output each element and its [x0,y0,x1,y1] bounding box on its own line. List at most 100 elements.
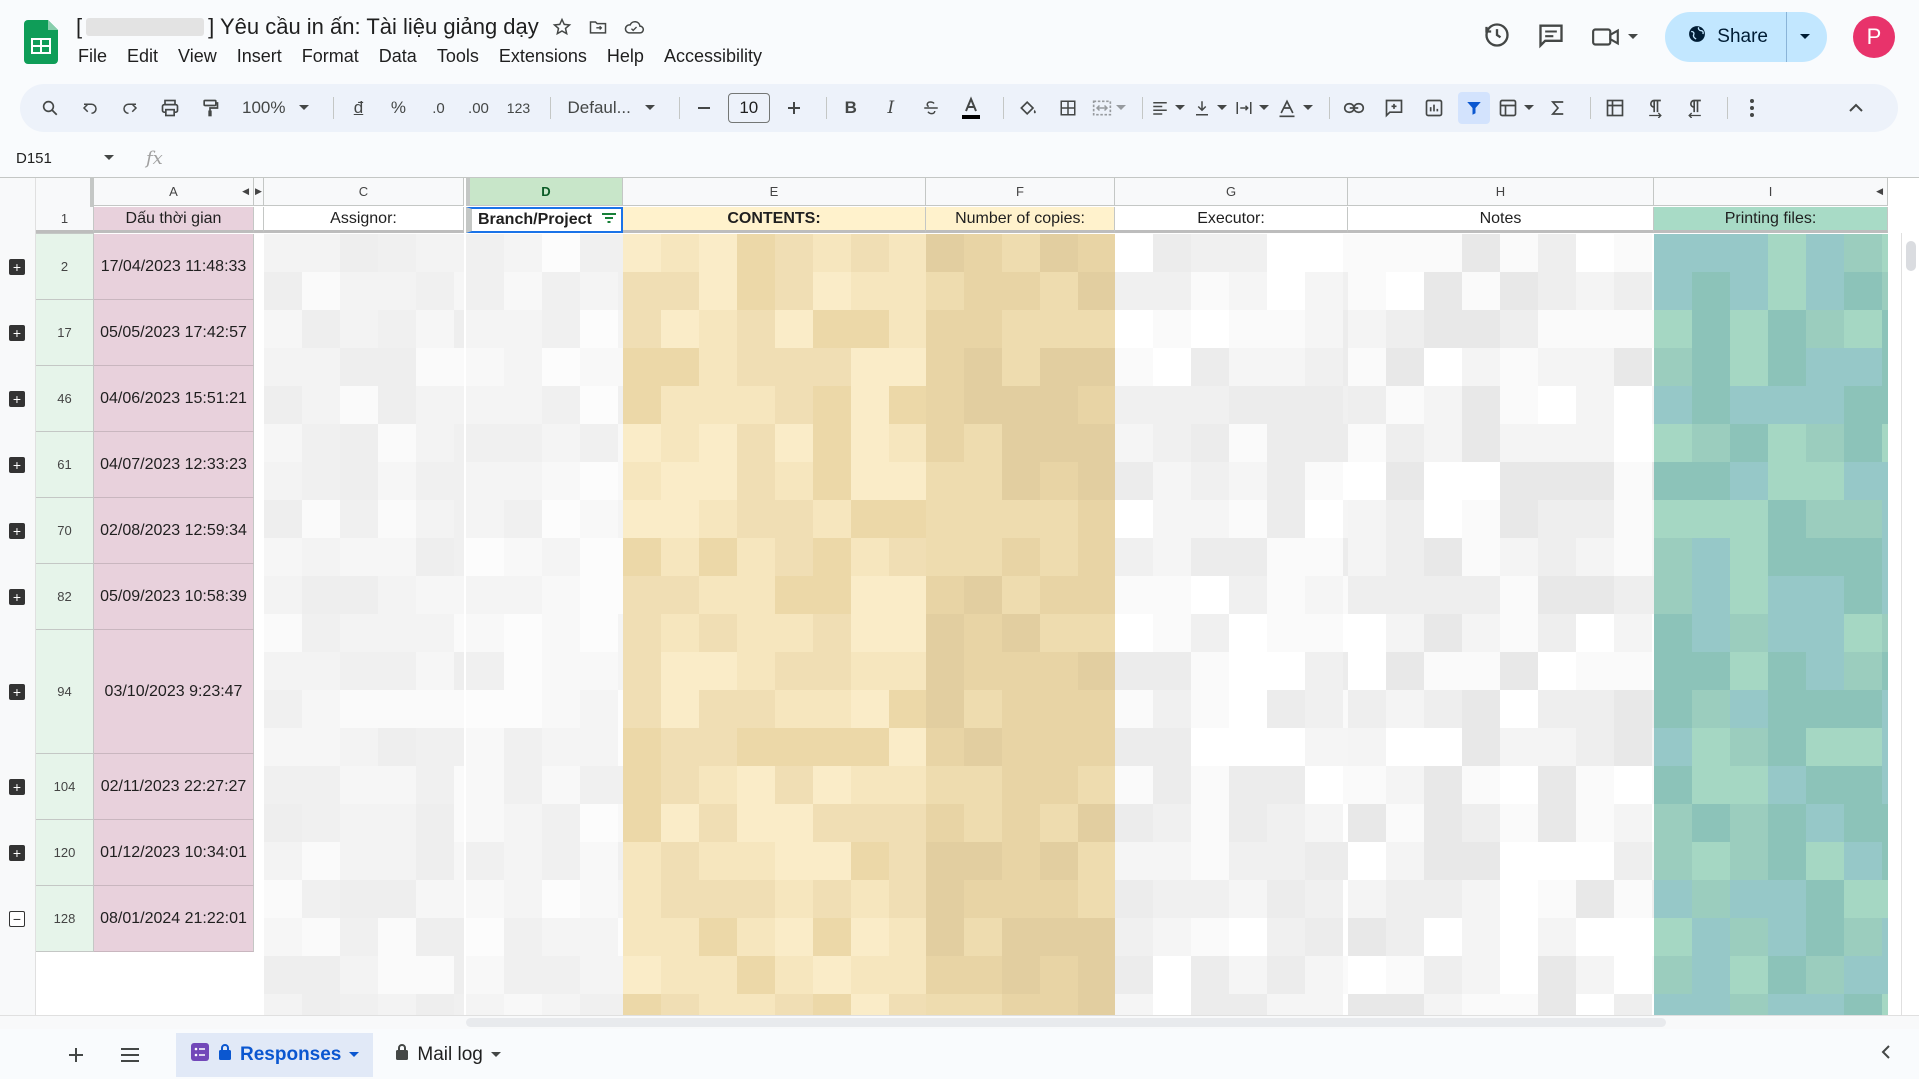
menu-data[interactable]: Data [369,46,427,67]
meet-video-icon[interactable] [1591,25,1639,49]
collapse-row-group-icon[interactable]: − [9,911,25,927]
menu-file[interactable]: File [68,46,117,67]
horizontal-scroll-thumb[interactable] [466,1018,1666,1027]
decrease-font-size-icon[interactable] [688,92,720,124]
timestamp-cell[interactable]: 04/07/2023 12:33:23 [94,432,254,498]
column-header-i[interactable]: I ◀ [1654,178,1888,206]
timestamp-cell[interactable]: 03/10/2023 9:23:47 [94,630,254,754]
document-title[interactable]: [ ] Yêu cầu in ấn: Tài liệu giảng dạy [76,14,647,40]
comments-icon[interactable] [1537,21,1565,54]
header-timestamp[interactable]: Dấu thời gian [94,207,254,233]
star-icon[interactable] [549,14,575,40]
column-header-d[interactable]: D [466,178,623,206]
expand-row-group-icon[interactable]: + [9,523,25,539]
rtl-paragraph-icon[interactable] [1679,92,1711,124]
print-icon[interactable] [154,92,186,124]
row-number[interactable]: 70 [36,498,94,564]
currency-format-button[interactable]: đ [342,92,374,124]
insert-chart-icon[interactable] [1418,92,1450,124]
collapse-column-left-icon[interactable]: ◀ [242,186,249,197]
share-dropdown-icon[interactable] [1787,26,1827,48]
menu-accessibility[interactable]: Accessibility [654,46,772,67]
vertical-scroll-thumb[interactable] [1906,241,1916,271]
header-contents[interactable]: CONTENTS: [623,207,926,233]
menu-insert[interactable]: Insert [227,46,292,67]
menu-tools[interactable]: Tools [427,46,489,67]
column-header-c[interactable]: C [264,178,464,206]
timestamp-cell[interactable]: 01/12/2023 10:34:01 [94,820,254,886]
freeze-icon[interactable] [1599,92,1631,124]
increase-decimal-button[interactable]: .00 [462,92,494,124]
zoom-select[interactable]: 100% [234,92,317,124]
row-number[interactable]: 94 [36,630,94,754]
functions-icon[interactable] [1542,92,1574,124]
expand-row-group-icon[interactable]: + [9,325,25,341]
add-sheet-icon[interactable] [64,1043,88,1067]
timestamp-cell[interactable]: 05/09/2023 10:58:39 [94,564,254,630]
increase-font-size-icon[interactable] [778,92,810,124]
font-select[interactable]: Defaul... [559,92,662,124]
column-header-h[interactable]: H [1348,178,1654,206]
font-size-input[interactable]: 10 [727,93,770,123]
expand-row-group-icon[interactable]: + [9,684,25,700]
expand-row-group-icon[interactable]: + [9,779,25,795]
paint-format-icon[interactable] [194,92,226,124]
row-number[interactable]: 1 [36,207,94,233]
header-branch-project[interactable]: Branch/Project [466,207,623,233]
column-header-a[interactable]: A ◀ [94,178,254,206]
sheet-tab-mail-log[interactable]: Mail log [381,1033,514,1077]
version-history-icon[interactable] [1483,21,1511,54]
name-box[interactable]: D151 [0,150,124,167]
row-number[interactable]: 82 [36,564,94,630]
vertical-align-icon[interactable] [1193,92,1227,124]
filter-views-icon[interactable] [1498,92,1534,124]
filter-icon[interactable] [1457,92,1490,124]
expand-row-group-icon[interactable]: + [9,391,25,407]
bold-button[interactable]: B [835,92,867,124]
row-number[interactable]: 104 [36,754,94,820]
menu-help[interactable]: Help [597,46,654,67]
timestamp-cell[interactable]: 17/04/2023 11:48:33 [94,234,254,300]
header-notes[interactable]: Notes [1348,207,1654,233]
horizontal-align-icon[interactable] [1151,92,1185,124]
more-options-icon[interactable] [1736,92,1768,124]
insert-link-icon[interactable] [1338,92,1370,124]
italic-button[interactable]: I [875,92,907,124]
redo-icon[interactable] [114,92,146,124]
share-button[interactable]: Share [1665,12,1827,62]
merge-cells-icon[interactable] [1092,92,1126,124]
menu-extensions[interactable]: Extensions [489,46,597,67]
insert-comment-icon[interactable] [1378,92,1410,124]
header-assignor[interactable]: Assignor: [264,207,464,233]
collapse-column-right-icon[interactable]: ◀ [1876,186,1883,197]
row-number[interactable]: 120 [36,820,94,886]
header-executor[interactable]: Executor: [1115,207,1348,233]
sheets-logo-icon[interactable] [24,20,58,64]
cloud-saved-icon[interactable] [621,14,647,40]
text-color-icon[interactable] [955,92,987,124]
timestamp-cell[interactable]: 02/11/2023 22:27:27 [94,754,254,820]
text-wrapping-icon[interactable] [1235,92,1269,124]
expand-row-group-icon[interactable]: + [9,845,25,861]
row-number[interactable]: 46 [36,366,94,432]
expand-row-group-icon[interactable]: + [9,457,25,473]
more-formats-button[interactable]: 123 [502,92,534,124]
all-sheets-icon[interactable] [118,1043,142,1067]
strikethrough-icon[interactable] [915,92,947,124]
formula-input[interactable] [175,143,1919,173]
expand-row-group-icon[interactable]: + [9,589,25,605]
undo-icon[interactable] [74,92,106,124]
menu-edit[interactable]: Edit [117,46,168,67]
menu-view[interactable]: View [168,46,227,67]
menu-format[interactable]: Format [292,46,369,67]
header-number-of-copies[interactable]: Number of copies: [926,207,1115,233]
horizontal-scrollbar[interactable] [0,1015,1919,1029]
header-printing-files[interactable]: Printing files: [1654,207,1888,233]
vertical-scrollbar[interactable] [1901,233,1919,1015]
row-number[interactable]: 17 [36,300,94,366]
column-header-hidden-b[interactable]: ▶ [254,178,264,206]
column-header-g[interactable]: G [1115,178,1348,206]
column-header-e[interactable]: E [623,178,926,206]
decrease-decimal-button[interactable]: .0 [422,92,454,124]
row-number[interactable]: 2 [36,234,94,300]
